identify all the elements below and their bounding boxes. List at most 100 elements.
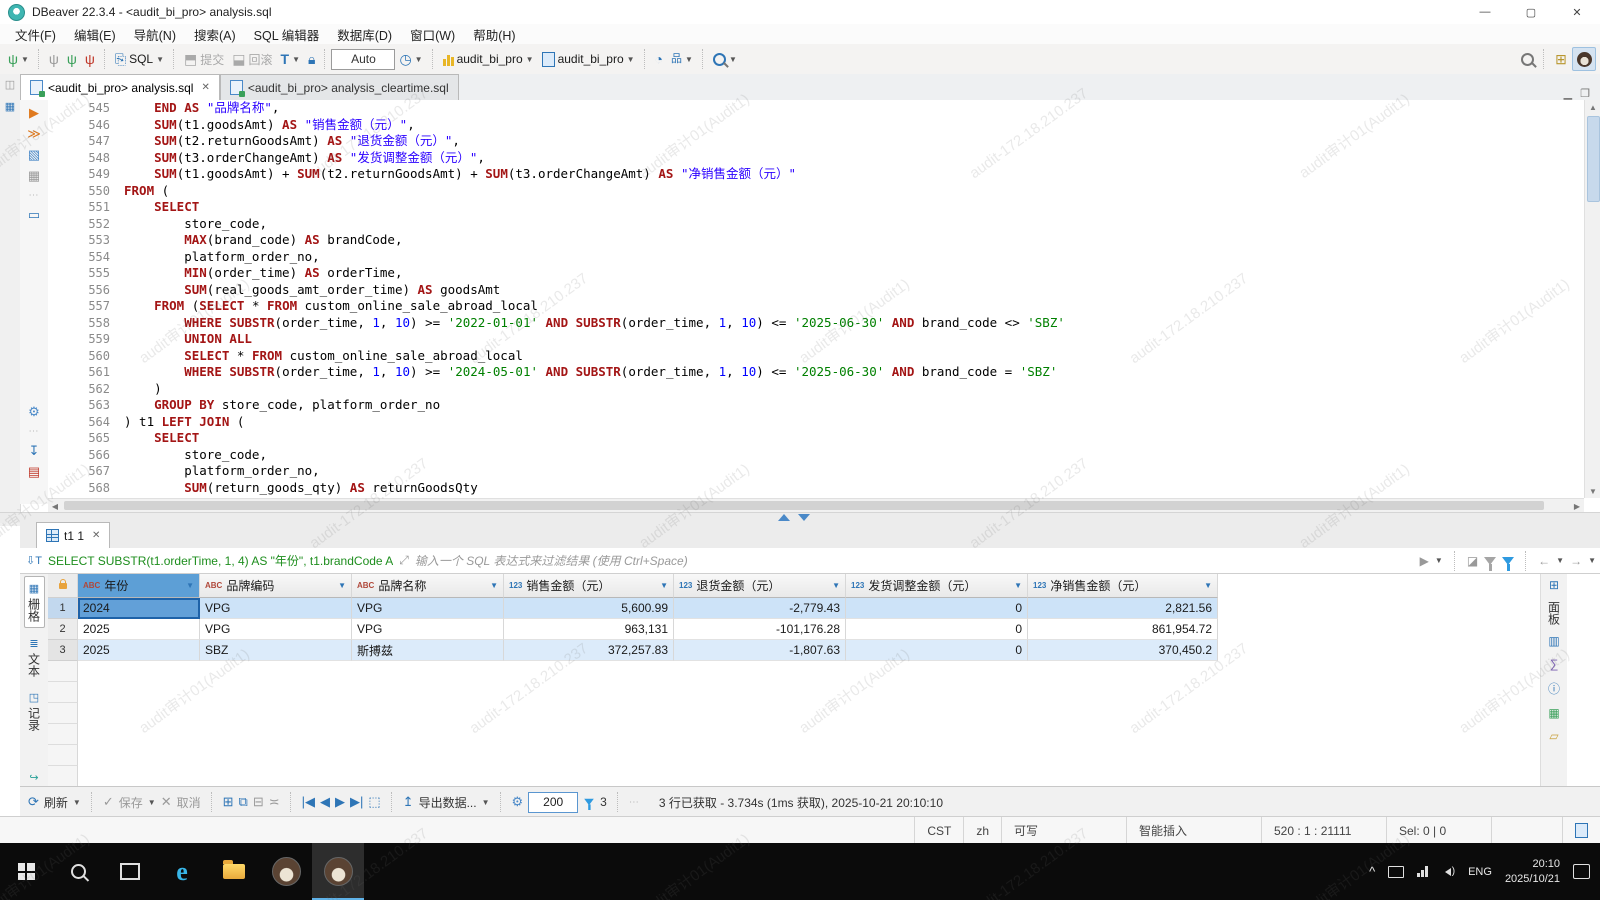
refresh-label[interactable]: 刷新 <box>44 794 68 811</box>
connect-button[interactable]: ψ <box>45 50 63 68</box>
output-log-icon[interactable]: ▤ <box>28 465 40 479</box>
commit-button[interactable]: ⬒ 提交 <box>180 49 228 70</box>
filter-menu-icon[interactable] <box>1502 556 1515 571</box>
chevron-down-icon[interactable]: ▼ <box>1588 556 1596 565</box>
next-row-icon[interactable]: ▶ <box>335 794 345 810</box>
code-line-553[interactable]: 553 MAX(brand_code) AS brandCode, <box>48 232 1584 249</box>
presentation-tab-文本[interactable]: ≣ 文本 <box>25 632 44 682</box>
nav-forward-icon[interactable]: → <box>1570 554 1582 568</box>
column-filter-dropdown-icon[interactable]: ▼ <box>186 581 194 590</box>
file-explorer-button[interactable] <box>208 843 260 900</box>
code-line-552[interactable]: 552 store_code, <box>48 216 1584 233</box>
panels-label[interactable]: 面板 <box>1546 601 1563 625</box>
cancel-icon[interactable]: ✕ <box>161 794 172 810</box>
grid-cell[interactable]: 2024 <box>78 598 200 619</box>
rollback-button[interactable]: ⬓ 回滚 <box>228 49 276 70</box>
export-from-query-icon[interactable]: ↧ <box>29 444 40 458</box>
menu-item-4[interactable]: 搜索(A) <box>185 25 245 44</box>
input-language[interactable]: ENG <box>1468 866 1492 878</box>
code-line-548[interactable]: 548 SUM(t3.orderChangeAmt) AS "发货调整金额（元）… <box>48 150 1584 167</box>
sql-editor-button[interactable]: ⎘ SQL ▼ <box>111 50 168 68</box>
code-line-560[interactable]: 560 SELECT * FROM custom_online_sale_abr… <box>48 348 1584 365</box>
new-connection-button[interactable]: ψ ▼ <box>4 50 33 68</box>
code-line-567[interactable]: 567 platform_order_no, <box>48 463 1584 480</box>
goto-row-icon[interactable]: ⬚ <box>368 794 380 810</box>
task-view-button[interactable] <box>104 843 156 900</box>
code-line-568[interactable]: 568 SUM(return_goods_qty) AS returnGoods… <box>48 480 1584 497</box>
column-header-6[interactable]: 123 发货调整金额（元） ▼ <box>846 574 1028 598</box>
first-row-icon[interactable]: |◀ <box>302 794 315 810</box>
grid-cell[interactable]: VPG <box>200 619 352 640</box>
presentation-tab-栅格[interactable]: ▦ 栅格 <box>23 576 45 628</box>
filter-history-dropdown-icon[interactable]: ▼ <box>1435 556 1443 565</box>
code-line-546[interactable]: 546 SUM(t1.goodsAmt) AS "销售金额（元）", <box>48 117 1584 134</box>
pinned-app-button[interactable] <box>260 843 312 900</box>
column-filter-dropdown-icon[interactable]: ▼ <box>1014 581 1022 590</box>
code-line-551[interactable]: 551 SELECT <box>48 199 1584 216</box>
scrollbar-thumb[interactable] <box>64 501 1544 510</box>
start-button[interactable] <box>0 843 52 900</box>
grid-cell[interactable]: 5,600.99 <box>504 598 674 619</box>
maximize-button[interactable]: ▢ <box>1508 0 1554 24</box>
grid-cell[interactable]: 861,954.72 <box>1028 619 1218 640</box>
reconnect-button[interactable]: ψ <box>63 50 81 68</box>
grid-cell[interactable]: VPG <box>200 598 352 619</box>
scroll-left-icon[interactable]: ◀ <box>48 499 62 513</box>
grid-cell[interactable]: 0 <box>846 640 1028 661</box>
apply-filter-icon[interactable]: ▶ <box>1420 554 1429 568</box>
duplicate-row-icon[interactable]: ⧉ <box>239 794 248 810</box>
maximize-panel-icon[interactable] <box>778 514 790 521</box>
expand-filter-icon[interactable]: ⤢ <box>399 553 409 568</box>
grid-corner-cell[interactable] <box>48 574 78 598</box>
filter-input[interactable]: 输入一个 SQL 表达式来过滤结果 (使用 Ctrl+Space) <box>415 552 1414 569</box>
nav-back-icon[interactable]: ← <box>1538 554 1550 568</box>
code-line-556[interactable]: 556 SUM(real_goods_amt_order_time) AS go… <box>48 282 1584 299</box>
close-icon[interactable]: ✕ <box>201 82 209 93</box>
code-line-563[interactable]: 563 GROUP BY store_code, platform_order_… <box>48 397 1584 414</box>
chevron-down-icon[interactable]: ▼ <box>482 798 490 807</box>
grid-cell[interactable]: 0 <box>846 598 1028 619</box>
open-perspective-button[interactable]: ⊞ <box>1550 48 1572 70</box>
code-line-545[interactable]: 545 END AS "品牌名称", <box>48 100 1584 117</box>
column-header-4[interactable]: 123 销售金额（元） ▼ <box>504 574 674 598</box>
editor-tab-2[interactable]: <audit_bi_pro> analysis_cleartime.sql <box>219 74 459 100</box>
quick-access-search-button[interactable] <box>1517 51 1538 68</box>
grid-cell[interactable]: 0 <box>846 619 1028 640</box>
fetch-size-input[interactable] <box>528 791 579 813</box>
editor-tab-1[interactable]: <audit_bi_pro> analysis.sql ✕ <box>20 74 220 100</box>
references-panel-icon[interactable]: ▦ <box>1548 706 1559 720</box>
code-line-547[interactable]: 547 SUM(t2.returnGoodsAmt) AS "退货金额（元）", <box>48 133 1584 150</box>
row-number[interactable]: 2 <box>48 619 78 640</box>
calc-panel-icon[interactable]: ∑ <box>1550 657 1559 671</box>
grouping-panel-icon[interactable]: ▱ <box>1549 729 1558 743</box>
grid-cell[interactable]: -101,176.28 <box>674 619 846 640</box>
code-line-559[interactable]: 559 UNION ALL <box>48 331 1584 348</box>
sql-console-icon[interactable]: ▭ <box>28 208 40 222</box>
transaction-log-button[interactable]: ◷ ▼ <box>395 50 426 68</box>
code-line-565[interactable]: 565 SELECT <box>48 430 1584 447</box>
restore-view-icon[interactable]: ◫ <box>5 78 15 92</box>
notifications-area[interactable] <box>1562 817 1600 844</box>
execute-sql-icon[interactable]: ▶ <box>29 106 39 120</box>
edit-row-icon[interactable]: ≍ <box>269 794 280 810</box>
cancel-label[interactable]: 取消 <box>177 794 201 811</box>
column-header-2[interactable]: ABC 品牌编码 ▼ <box>200 574 352 598</box>
grid-cell[interactable]: 斯搏兹 <box>352 640 504 661</box>
search-metadata-button[interactable]: ▼ <box>709 51 741 68</box>
prev-row-icon[interactable]: ◀ <box>320 794 330 810</box>
column-filter-dropdown-icon[interactable]: ▼ <box>490 581 498 590</box>
metadata-panel-icon[interactable]: ⓘ <box>1548 680 1560 697</box>
explain-plan-icon[interactable]: ▧ <box>28 148 40 162</box>
minimize-panel-icon[interactable] <box>798 514 810 521</box>
minimize-button[interactable]: — <box>1462 0 1508 24</box>
menu-item-1[interactable]: 文件(F) <box>6 25 65 44</box>
column-filter-dropdown-icon[interactable]: ▼ <box>660 581 668 590</box>
grid-cell[interactable]: -2,779.43 <box>674 598 846 619</box>
tray-expand-icon[interactable]: ^ <box>1369 864 1375 879</box>
row-number[interactable]: 3 <box>48 640 78 661</box>
transaction-mode-button[interactable]: T ▼ <box>277 50 304 68</box>
network-icon[interactable] <box>1417 866 1428 877</box>
scroll-down-icon[interactable]: ▼ <box>1585 484 1600 498</box>
save-filter-icon[interactable] <box>1484 556 1497 571</box>
code-line-554[interactable]: 554 platform_order_no, <box>48 249 1584 266</box>
